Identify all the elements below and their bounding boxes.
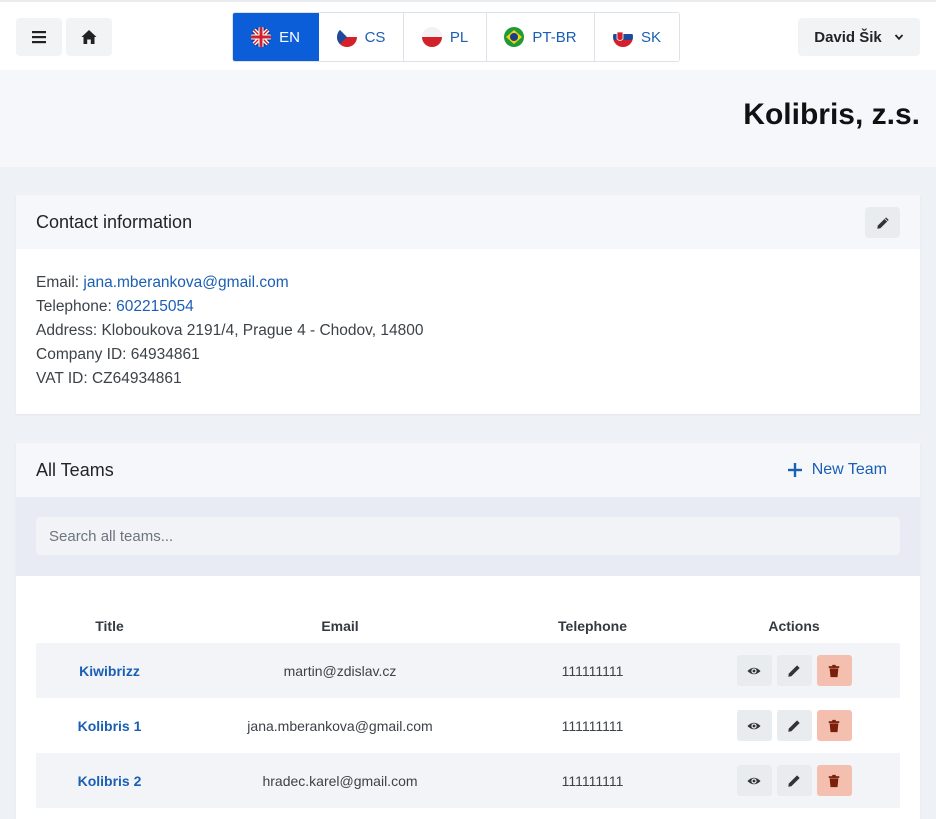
contact-email-line: Email: jana.mberankova@gmail.com — [36, 271, 900, 295]
brazil-flag-icon — [504, 27, 525, 47]
lang-label-pt-br: PT-BR — [532, 28, 577, 46]
delete-team-button[interactable] — [816, 710, 852, 741]
team-email-cell: hradec.karel@gmail.com — [183, 753, 497, 808]
lang-button-sk[interactable]: SK — [595, 13, 679, 61]
column-header-telephone: Telephone — [558, 617, 627, 634]
top-navbar: EN CS PL PT-BR SK David Šik — [0, 0, 936, 70]
delete-team-button[interactable] — [816, 655, 852, 686]
lang-button-en[interactable]: EN — [233, 13, 319, 61]
uk-flag-icon — [251, 27, 272, 47]
team-actions-cell — [688, 698, 900, 753]
email-label: Email: — [36, 274, 80, 291]
contact-info-card: Contact information Email: jana.mberanko… — [16, 195, 920, 414]
contact-telephone-line: Telephone: 602215054 — [36, 295, 900, 319]
new-team-button[interactable]: New Team — [787, 461, 887, 479]
contact-vat-id: VAT ID: CZ64934861 — [36, 370, 182, 387]
edit-team-button[interactable] — [776, 710, 812, 741]
team-email-cell: jana.mberankova@gmail.com — [247, 717, 433, 734]
team-title-link[interactable]: Kiwibrizz — [79, 663, 140, 679]
menu-button[interactable] — [16, 18, 62, 56]
contact-card-title: Contact information — [36, 211, 193, 232]
pencil-icon — [788, 664, 800, 677]
lang-label-pl: PL — [449, 28, 469, 46]
column-header-email: Email — [321, 617, 359, 634]
teams-table: Title Email Telephone Actions Kiwibrizz … — [36, 608, 900, 808]
team-title-cell: Kolibris 2 — [36, 753, 183, 808]
team-title-cell: Kolibris 1 — [36, 698, 183, 753]
team-email-cell: martin@zdislav.cz — [183, 643, 497, 698]
teams-card: All Teams New Team Title Email Telephone… — [16, 443, 920, 819]
trash-icon — [828, 719, 840, 732]
hamburger-icon — [32, 31, 46, 44]
contact-details: Email: jana.mberankova@gmail.com Telepho… — [16, 249, 920, 391]
search-band — [16, 497, 920, 576]
user-name: David Šik — [814, 28, 882, 46]
view-team-button[interactable] — [736, 655, 772, 686]
edit-contact-button[interactable] — [865, 207, 900, 238]
lang-label-cs: CS — [364, 28, 386, 46]
pencil-icon — [788, 774, 800, 787]
contact-telephone-link[interactable]: 602215054 — [116, 298, 194, 315]
eye-icon — [747, 777, 761, 784]
column-header-actions: Actions — [768, 617, 820, 634]
contact-company-id: Company ID: 64934861 — [36, 346, 200, 363]
team-title-link[interactable]: Kolibris 2 — [78, 773, 142, 789]
chevron-down-icon — [894, 34, 903, 41]
table-header-row: Title Email Telephone Actions — [36, 608, 900, 643]
trash-icon — [828, 774, 840, 787]
teams-card-title: All Teams — [36, 459, 114, 480]
team-actions-cell — [688, 643, 900, 698]
contact-card-header: Contact information — [16, 195, 920, 249]
user-menu-button[interactable]: David Šik — [798, 18, 920, 56]
view-team-button[interactable] — [736, 765, 772, 796]
home-button[interactable] — [66, 18, 112, 56]
team-actions-cell — [688, 753, 900, 808]
view-team-button[interactable] — [736, 710, 772, 741]
table-row: Kolibris 2 hradec.karel@gmail.com 111111… — [36, 753, 900, 808]
pencil-icon — [876, 216, 889, 229]
page-title-band: Kolibris, z.s. — [0, 70, 936, 167]
search-teams-input[interactable] — [36, 517, 900, 555]
telephone-label: Telephone: — [36, 298, 112, 315]
table-row: Kolibris 1 jana.mberankova@gmail.com 111… — [36, 698, 900, 753]
lang-button-pl[interactable]: PL — [404, 13, 487, 61]
home-icon — [81, 30, 97, 44]
poland-flag-icon — [421, 27, 442, 47]
plus-icon — [787, 463, 802, 477]
edit-team-button[interactable] — [776, 655, 812, 686]
team-telephone-cell: 111111111 — [497, 753, 688, 808]
eye-icon — [747, 667, 761, 674]
delete-team-button[interactable] — [816, 765, 852, 796]
page-title: Kolibris, z.s. — [743, 98, 920, 131]
team-telephone-cell: 111111111 — [497, 643, 688, 698]
lang-button-cs[interactable]: CS — [319, 13, 404, 61]
trash-icon — [828, 664, 840, 677]
new-team-label: New Team — [811, 461, 887, 478]
language-switcher: EN CS PL PT-BR SK — [232, 12, 680, 62]
pencil-icon — [788, 719, 800, 732]
contact-email-link[interactable]: jana.mberankova@gmail.com — [83, 274, 288, 291]
column-header-title: Title — [95, 617, 124, 634]
team-title-cell: Kiwibrizz — [36, 643, 183, 698]
lang-label-sk: SK — [640, 28, 661, 46]
edit-team-button[interactable] — [776, 765, 812, 796]
slovakia-flag-icon — [612, 27, 633, 47]
table-row: Kiwibrizz martin@zdislav.cz 111111111 — [36, 643, 900, 698]
team-telephone-cell: 111111111 — [561, 717, 624, 734]
teams-card-header: All Teams New Team — [16, 443, 920, 497]
contact-address: Address: Kloboukova 2191/4, Prague 4 - C… — [36, 322, 424, 339]
czech-flag-icon — [336, 27, 357, 47]
lang-label-en: EN — [279, 28, 300, 46]
eye-icon — [747, 722, 761, 729]
lang-button-pt-br[interactable]: PT-BR — [487, 13, 595, 61]
team-title-link[interactable]: Kolibris 1 — [78, 718, 142, 734]
